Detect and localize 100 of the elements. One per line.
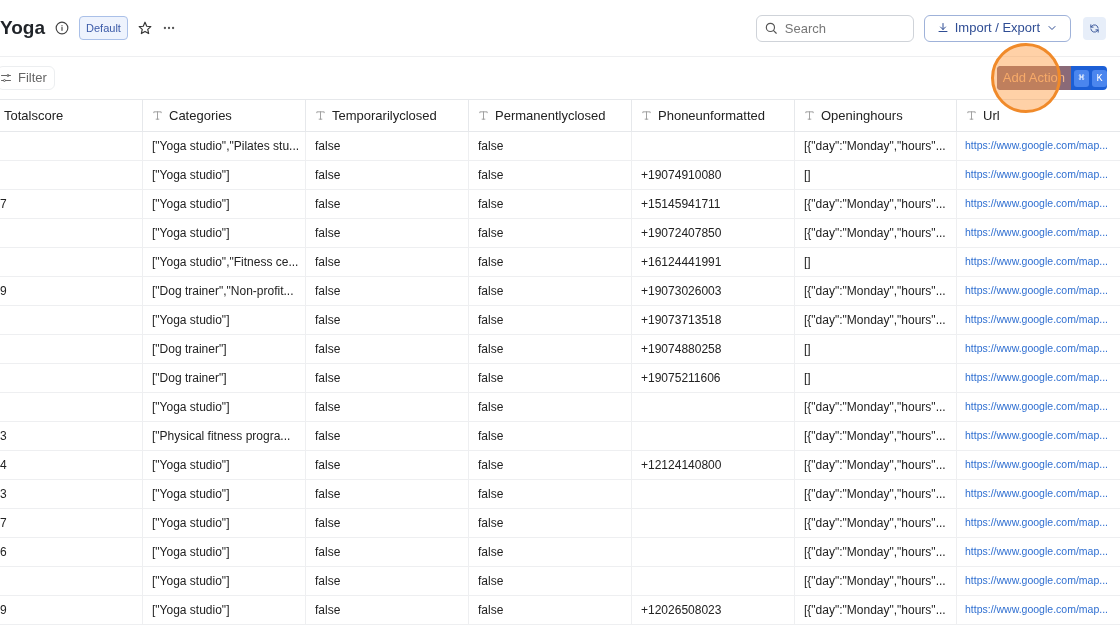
table-cell-text: +19073026003: [641, 283, 722, 300]
table-cell-text: +19073713518: [641, 312, 722, 329]
table-cell-text: false: [315, 225, 341, 242]
table-cell-text: [{"day":"Monday","hours"...: [804, 399, 946, 416]
table-cell-text: false: [478, 602, 504, 619]
table-cell-text: false: [315, 138, 341, 155]
table-cell-text: ["Physical fitness progra...: [152, 428, 291, 445]
table-cell-text: ["Dog trainer"]: [152, 370, 227, 387]
table-cell-text: ["Yoga studio"]: [152, 457, 230, 474]
table-cell-text: ["Yoga studio"]: [152, 167, 230, 184]
table-cell-text: []: [804, 254, 811, 271]
url-link[interactable]: https://www.google.com/map...: [965, 370, 1108, 386]
shortcut-key: ⌘: [1074, 69, 1089, 87]
table-cell-text: ["Yoga studio"]: [152, 602, 230, 619]
table-cell-text: 6: [0, 544, 7, 561]
table-cell-text: false: [315, 399, 341, 416]
url-link[interactable]: https://www.google.com/map...: [965, 341, 1108, 357]
import-export-button[interactable]: Import / Export: [923, 14, 1071, 42]
filter-button[interactable]: Filter: [0, 66, 55, 90]
table-cell-text: ["Yoga studio"]: [152, 573, 230, 590]
table-cell-text: ["Yoga studio"]: [152, 486, 230, 503]
url-link[interactable]: https://www.google.com/map...: [965, 457, 1108, 473]
table-cell-text: +19074910080: [641, 167, 722, 184]
page-title: Yoga: [0, 15, 46, 40]
table-cell-text: false: [315, 573, 341, 590]
favorite-button[interactable]: [137, 21, 152, 35]
table-cell-text: false: [315, 341, 341, 358]
shortcut-key: K: [1092, 69, 1107, 87]
url-link[interactable]: https://www.google.com/map...: [965, 573, 1108, 589]
table-cell-text: ["Dog trainer","Non-profit...: [152, 283, 294, 300]
table-cell-text: false: [478, 515, 504, 532]
refresh-button[interactable]: [1083, 16, 1106, 40]
url-link[interactable]: https://www.google.com/map...: [965, 515, 1108, 531]
table-cell-text: false: [315, 196, 341, 213]
url-link[interactable]: https://www.google.com/map...: [965, 544, 1108, 560]
table-cell-text: [{"day":"Monday","hours"...: [804, 196, 946, 213]
search-field[interactable]: Search: [755, 14, 914, 42]
table-cell-text: false: [478, 399, 504, 416]
url-link[interactable]: https://www.google.com/map...: [965, 254, 1108, 270]
table-cell-text: false: [315, 428, 341, 445]
url-link[interactable]: https://www.google.com/map...: [965, 312, 1108, 328]
column-header[interactable]: Phoneunformatted: [632, 100, 795, 131]
table-cell-text: 7: [0, 515, 7, 532]
table-cell-text: false: [478, 167, 504, 184]
table-cell-text: +15145941711: [641, 196, 721, 213]
column-header[interactable]: Temporarilyclosed: [306, 100, 469, 131]
table-cell-text: +16124441991: [641, 254, 722, 271]
table-cell-text: false: [315, 457, 341, 474]
column-header[interactable]: Categories: [143, 100, 306, 131]
table-cell-text: false: [478, 457, 504, 474]
table-cell-text: false: [478, 544, 504, 561]
url-link[interactable]: https://www.google.com/map...: [965, 486, 1108, 502]
table-cell-text: 3: [0, 428, 7, 445]
table-cell-text: ["Yoga studio"]: [152, 225, 230, 242]
default-badge: Default: [79, 15, 128, 41]
table-cell-text: [{"day":"Monday","hours"...: [804, 602, 946, 619]
url-link[interactable]: https://www.google.com/map...: [965, 602, 1108, 618]
url-link[interactable]: https://www.google.com/map...: [965, 428, 1108, 444]
table-cell-text: []: [804, 370, 811, 387]
table-cell-text: +12026508023: [641, 602, 722, 619]
table-cell-text: false: [315, 486, 341, 503]
url-link[interactable]: https://www.google.com/map...: [965, 225, 1108, 241]
column-header[interactable]: Url: [957, 100, 1120, 131]
url-link[interactable]: https://www.google.com/map...: [965, 399, 1108, 415]
table-cell-text: [{"day":"Monday","hours"...: [804, 457, 946, 474]
table-cell-text: 9: [0, 602, 7, 619]
column-header[interactable]: Openinghours: [795, 100, 957, 131]
table-cell-text: false: [315, 312, 341, 329]
table-cell-text: false: [478, 341, 504, 358]
column-header[interactable]: Permanentlyclosed: [469, 100, 632, 131]
table-cell-text: false: [478, 196, 504, 213]
table-cell-text: ["Yoga studio","Fitness ce...: [152, 254, 299, 271]
table-cell-text: 9: [0, 283, 7, 300]
table-cell-text: false: [478, 225, 504, 242]
table-cell-text: 3: [0, 486, 7, 503]
table-cell-text: false: [315, 515, 341, 532]
sliders-icon: [0, 72, 12, 84]
table-cell-text: [{"day":"Monday","hours"...: [804, 138, 946, 155]
column-header[interactable]: Totalscore: [0, 100, 143, 131]
url-link[interactable]: https://www.google.com/map...: [965, 167, 1108, 183]
table-cell-text: ["Yoga studio"]: [152, 312, 230, 329]
table-cell-text: []: [804, 341, 811, 358]
table-cell-text: ["Dog trainer"]: [152, 341, 227, 358]
table-cell-text: false: [315, 254, 341, 271]
star-icon: [137, 21, 152, 35]
url-link[interactable]: https://www.google.com/map...: [965, 283, 1108, 299]
table-cell-text: [{"day":"Monday","hours"...: [804, 573, 946, 590]
table-cell-text: +19072407850: [641, 225, 722, 242]
download-icon: [936, 22, 949, 34]
table-cell-text: false: [478, 138, 504, 155]
table-cell-text: false: [478, 428, 504, 445]
table-cell-text: [{"day":"Monday","hours"...: [804, 283, 946, 300]
table-cell-text: +12124140800: [641, 457, 722, 474]
url-link[interactable]: https://www.google.com/map...: [965, 138, 1108, 154]
table-cell-text: [{"day":"Monday","hours"...: [804, 312, 946, 329]
table-cell-text: false: [478, 486, 504, 503]
table-cell-text: []: [804, 167, 811, 184]
url-link[interactable]: https://www.google.com/map...: [965, 196, 1108, 212]
table-cell-text: false: [315, 167, 341, 184]
table-cell-text: false: [478, 312, 504, 329]
